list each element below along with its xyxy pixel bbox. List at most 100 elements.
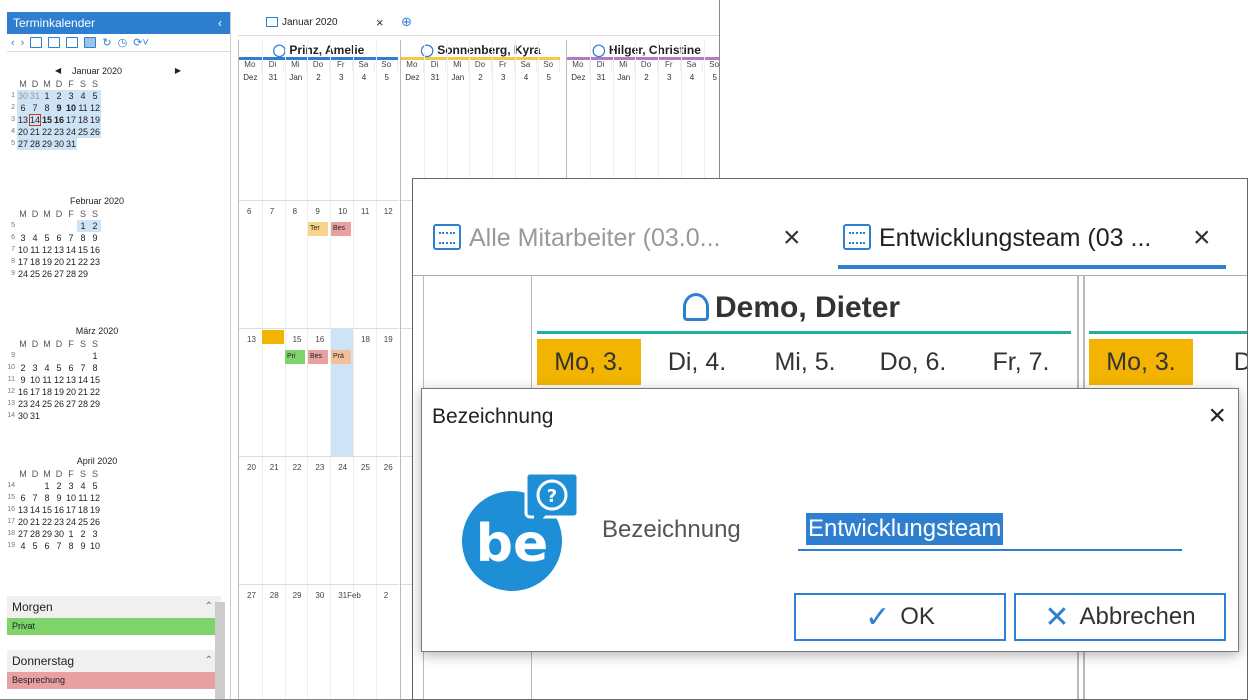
day-cell[interactable]: 10	[17, 244, 29, 256]
event-chip[interactable]: Ter	[308, 222, 328, 236]
collapse-icon[interactable]: ⌃	[205, 596, 213, 618]
day-header[interactable]: Mo, 3.	[537, 339, 641, 385]
sync-icon[interactable]: ⟳˅	[133, 36, 149, 49]
week-row[interactable]: 7 10 11 12 13 14 15 16	[7, 244, 187, 256]
day-cell[interactable]: 31	[29, 410, 41, 422]
day-cell[interactable]: 10	[89, 540, 101, 552]
day-cell[interactable]: 19	[53, 386, 65, 398]
day-cell[interactable]: 10	[65, 492, 77, 504]
day-cell[interactable]: 30	[53, 138, 65, 150]
week-row[interactable]: 10 2 3 4 5 6 7 8	[7, 362, 187, 374]
tab-alle-mitarbeiter[interactable]: Alle Mitarbeiter (03.0...	[433, 224, 721, 253]
month-view-icon[interactable]	[84, 37, 97, 48]
day-cell[interactable]: 29	[41, 138, 53, 150]
week-row[interactable]: 512	[7, 220, 187, 232]
week-row[interactable]: 1 30 31 1 2 3 4 5	[7, 90, 187, 102]
close-tab-icon[interactable]: ×	[376, 15, 384, 30]
day-cell[interactable]: 7	[65, 232, 77, 244]
day-cell[interactable]: 24	[65, 516, 77, 528]
day-cell[interactable]: 7	[53, 540, 65, 552]
week-row[interactable]: 19 4 5 6 7 8 9 10	[7, 540, 187, 552]
day-cell[interactable]: 18	[77, 504, 89, 516]
day-cell[interactable]: 23	[53, 516, 65, 528]
day-cell[interactable]: 21	[77, 386, 89, 398]
day-cell[interactable]: 1	[41, 480, 53, 492]
week-row[interactable]: 20 21 22 23 24 25 26	[239, 456, 399, 584]
week-row[interactable]: 5 27 28 29 30 31	[7, 138, 187, 150]
day-cell[interactable]: 4	[77, 90, 89, 102]
agenda-heading[interactable]: Morgen ⌃	[7, 596, 221, 618]
day-cell[interactable]: 6	[41, 540, 53, 552]
day-cell[interactable]: 6	[65, 362, 77, 374]
workweek-view-icon[interactable]	[48, 37, 61, 48]
agenda-item[interactable]: Besprechung	[7, 672, 221, 689]
week-row[interactable]: 12 16 17 18 19 20 21 22	[7, 386, 187, 398]
day-cell[interactable]: 12	[89, 102, 101, 114]
add-tab-icon[interactable]: ⊕	[401, 14, 412, 30]
close-icon[interactable]: ×	[1208, 399, 1226, 433]
day-cell[interactable]: 25	[29, 268, 41, 280]
day-cell[interactable]: 2	[17, 362, 29, 374]
day-cell[interactable]: 13	[17, 114, 29, 126]
day-cell[interactable]: 14	[29, 504, 41, 516]
day-cell[interactable]: 23	[89, 256, 101, 268]
week-row[interactable]: 11 9 10 11 12 13 14 15	[7, 374, 187, 386]
next-icon[interactable]: ›	[21, 37, 25, 49]
day-cell[interactable]: 4	[29, 232, 41, 244]
clock-icon[interactable]: ◷	[118, 36, 128, 49]
day-cell[interactable]: 2	[89, 220, 101, 232]
collapse-sidebar-icon[interactable]: ‹	[218, 12, 222, 34]
day-cell[interactable]: 6	[17, 492, 29, 504]
cancel-button[interactable]: ✕ Abbrechen	[1014, 593, 1226, 641]
day-cell[interactable]: 25	[77, 516, 89, 528]
close-tab-icon[interactable]: ×	[1193, 221, 1211, 255]
day-cell[interactable]: 1	[89, 350, 101, 362]
day-cell[interactable]: 18	[41, 386, 53, 398]
day-cell[interactable]: 8	[65, 540, 77, 552]
day-cell[interactable]: 17	[17, 256, 29, 268]
day-view-icon[interactable]	[30, 37, 43, 48]
day-cell[interactable]: 3	[29, 362, 41, 374]
day-cell[interactable]: 27	[65, 398, 77, 410]
day-cell[interactable]: 8	[41, 102, 53, 114]
tab-januar-2020[interactable]: Januar 2020	[266, 17, 338, 28]
day-cell[interactable]: 9	[53, 102, 65, 114]
week-row[interactable]: 27 28 29 30 31Feb 2	[239, 584, 399, 699]
day-cell[interactable]: 21	[65, 256, 77, 268]
day-cell[interactable]: 4	[77, 480, 89, 492]
week-row[interactable]: 15 6 7 8 9 10 11 12	[7, 492, 187, 504]
agenda-scrollbar[interactable]	[215, 602, 225, 699]
person-header[interactable]: ◯ Prinz, Amelie	[239, 40, 398, 60]
day-cell[interactable]	[77, 350, 89, 362]
day-cell[interactable]: 14	[65, 244, 77, 256]
day-cell[interactable]: 24	[17, 268, 29, 280]
day-cell[interactable]: 6	[53, 232, 65, 244]
day-cell[interactable]: 8	[89, 362, 101, 374]
week-view-icon[interactable]	[66, 37, 79, 48]
day-cell[interactable]: 13	[65, 374, 77, 386]
day-cell[interactable]: 11	[77, 102, 89, 114]
week-row[interactable]: 91	[7, 350, 187, 362]
day-cell[interactable]: 29	[89, 398, 101, 410]
week-row[interactable]: 13141516171819	[239, 328, 399, 456]
collapse-icon[interactable]: ⌃	[205, 650, 213, 672]
day-cell[interactable]: 16	[53, 504, 65, 516]
prev-icon[interactable]: ‹	[11, 37, 15, 49]
day-cell[interactable]: 26	[53, 398, 65, 410]
day-cell[interactable]: 5	[53, 362, 65, 374]
week-row[interactable]: 14 1 2 3 4 5	[7, 480, 187, 492]
week-row[interactable]: 17 20 21 22 23 24 25 26	[7, 516, 187, 528]
day-cell[interactable]: 27	[17, 138, 29, 150]
day-cell[interactable]	[29, 220, 41, 232]
day-cell[interactable]: 5	[89, 480, 101, 492]
day-cell[interactable]	[65, 220, 77, 232]
day-cell[interactable]: 2	[53, 90, 65, 102]
day-cell[interactable]: 26	[41, 268, 53, 280]
day-cell[interactable]: 7	[29, 492, 41, 504]
day-cell[interactable]	[65, 350, 77, 362]
day-cell[interactable]: 18	[29, 256, 41, 268]
day-cell[interactable]: 17	[29, 386, 41, 398]
day-cell[interactable]: 20	[53, 256, 65, 268]
day-cell[interactable]: 11	[41, 374, 53, 386]
close-tab-icon[interactable]: ×	[783, 221, 801, 255]
